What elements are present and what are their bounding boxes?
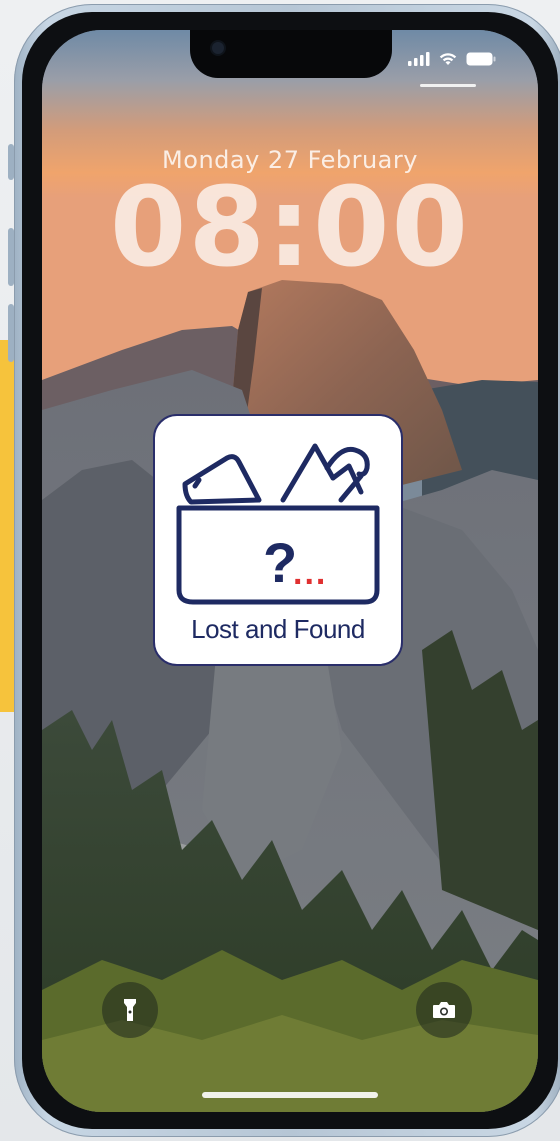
flashlight-icon [124, 999, 136, 1021]
cellular-signal-icon [408, 52, 430, 66]
camera-icon [433, 1002, 455, 1018]
widget-label: Lost and Found [191, 614, 365, 644]
lockscreen-time: 08:00 [109, 163, 471, 291]
wifi-icon [439, 53, 457, 65]
volume-down-button [8, 304, 14, 362]
front-camera [212, 42, 224, 54]
status-underline [420, 84, 476, 87]
status-bar [408, 52, 496, 66]
camera-button[interactable] [416, 982, 472, 1038]
dynamic-notch [190, 30, 392, 78]
home-indicator[interactable] [202, 1092, 378, 1098]
mockup-stage: Monday 27 February 08:00 ? ... Lost and … [0, 0, 560, 1141]
widget-red-dots: ... [293, 554, 327, 592]
battery-icon [466, 52, 496, 66]
lost-and-found-widget[interactable]: ? ... Lost and Found [153, 414, 403, 666]
lock-screen: Monday 27 February 08:00 ? ... Lost and … [42, 30, 538, 1112]
flashlight-button[interactable] [102, 982, 158, 1038]
action-button [8, 144, 14, 180]
volume-up-button [8, 228, 14, 286]
lost-and-found-box-icon: ? ... [176, 443, 380, 605]
